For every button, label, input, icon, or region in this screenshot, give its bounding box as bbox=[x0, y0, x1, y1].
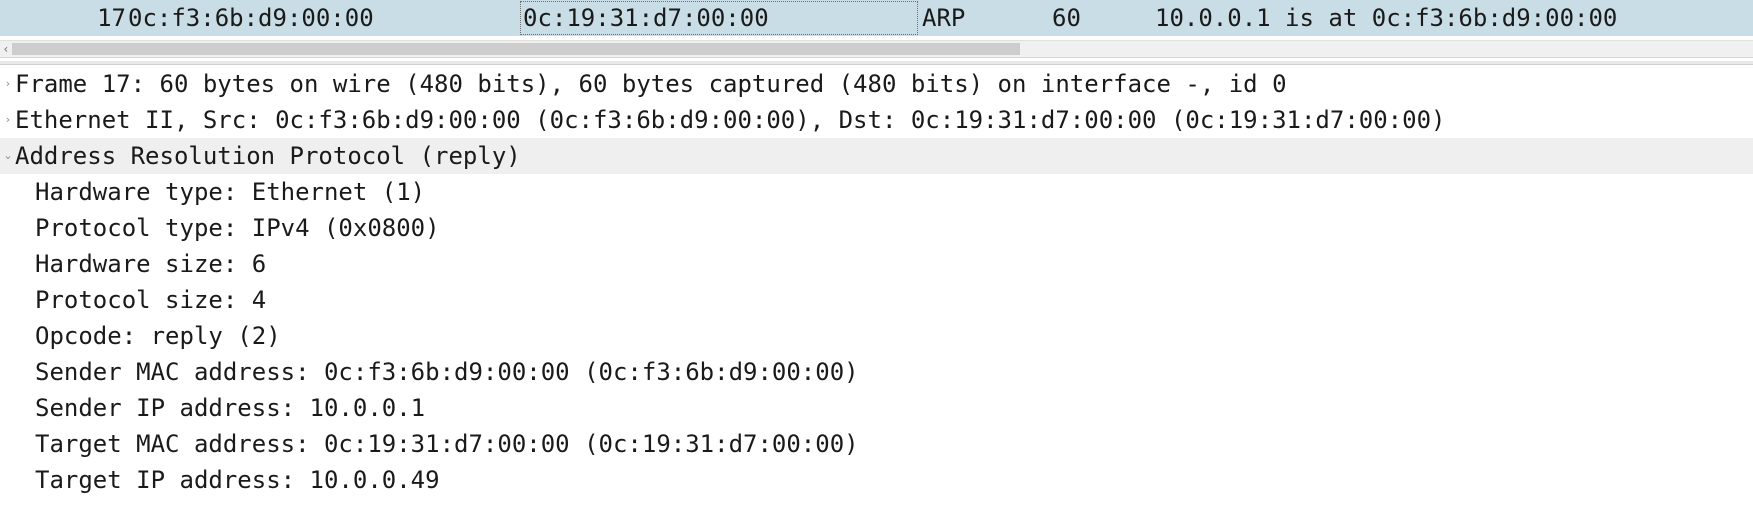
tree-item-label: Ethernet II, Src: 0c:f3:6b:d9:00:00 (0c:… bbox=[15, 106, 1446, 134]
arp-field-sender-mac[interactable]: Sender MAC address: 0c:f3:6b:d9:00:00 (0… bbox=[0, 354, 1753, 390]
field-label: Target IP address: 10.0.0.49 bbox=[35, 466, 440, 494]
field-label: Hardware type: Ethernet (1) bbox=[35, 178, 426, 206]
tree-item-ethernet[interactable]: › Ethernet II, Src: 0c:f3:6b:d9:00:00 (0… bbox=[0, 102, 1753, 138]
packet-details-pane: › Frame 17: 60 bytes on wire (480 bits),… bbox=[0, 66, 1753, 498]
arp-field-target-mac[interactable]: Target MAC address: 0c:19:31:d7:00:00 (0… bbox=[0, 426, 1753, 462]
arp-field-protocol-size[interactable]: Protocol size: 4 bbox=[0, 282, 1753, 318]
arp-field-target-ip[interactable]: Target IP address: 10.0.0.49 bbox=[0, 462, 1753, 498]
chevron-right-icon[interactable]: › bbox=[2, 66, 14, 102]
arp-field-hardware-type[interactable]: Hardware type: Ethernet (1) bbox=[0, 174, 1753, 210]
field-label: Hardware size: 6 bbox=[35, 250, 267, 278]
tree-item-label: Address Resolution Protocol (reply) bbox=[15, 142, 521, 170]
packet-source-cell: 0c:f3:6b:d9:00:00 bbox=[128, 4, 374, 32]
packet-info-cell: 10.0.0.1 is at 0c:f3:6b:d9:00:00 bbox=[1155, 4, 1618, 32]
tree-item-frame[interactable]: › Frame 17: 60 bytes on wire (480 bits),… bbox=[0, 66, 1753, 102]
packet-protocol-cell: ARP bbox=[922, 4, 966, 32]
arp-field-sender-ip[interactable]: Sender IP address: 10.0.0.1 bbox=[0, 390, 1753, 426]
field-label: Target MAC address: 0c:19:31:d7:00:00 (0… bbox=[35, 430, 859, 458]
arp-field-opcode[interactable]: Opcode: reply (2) bbox=[0, 318, 1753, 354]
packet-destination-cell: 0c:19:31:d7:00:00 bbox=[520, 1, 918, 35]
field-label: Sender MAC address: 0c:f3:6b:d9:00:00 (0… bbox=[35, 358, 859, 386]
tree-item-label: Frame 17: 60 bytes on wire (480 bits), 6… bbox=[15, 70, 1287, 98]
arp-field-hardware-size[interactable]: Hardware size: 6 bbox=[0, 246, 1753, 282]
arp-field-protocol-type[interactable]: Protocol type: IPv4 (0x0800) bbox=[0, 210, 1753, 246]
scrollbar-thumb[interactable] bbox=[12, 43, 1020, 55]
packet-length-cell: 60 bbox=[1052, 4, 1081, 32]
field-label: Protocol type: IPv4 (0x0800) bbox=[35, 214, 440, 242]
field-label: Protocol size: 4 bbox=[35, 286, 267, 314]
chevron-left-icon[interactable]: ‹ bbox=[1, 42, 11, 56]
packet-number-cell: 17 bbox=[97, 4, 126, 32]
packet-list-row-selected[interactable]: 17 0c:f3:6b:d9:00:00 0c:19:31:d7:00:00 A… bbox=[0, 0, 1753, 36]
field-label: Opcode: reply (2) bbox=[35, 322, 281, 350]
chevron-down-icon[interactable]: ⌄ bbox=[2, 138, 14, 174]
chevron-right-icon[interactable]: › bbox=[2, 102, 14, 138]
packet-list-horizontal-scrollbar[interactable]: ‹ bbox=[0, 40, 1753, 58]
tree-item-arp[interactable]: ⌄ Address Resolution Protocol (reply) bbox=[0, 138, 1753, 174]
field-label: Sender IP address: 10.0.0.1 bbox=[35, 394, 426, 422]
pane-splitter[interactable] bbox=[0, 61, 1753, 65]
